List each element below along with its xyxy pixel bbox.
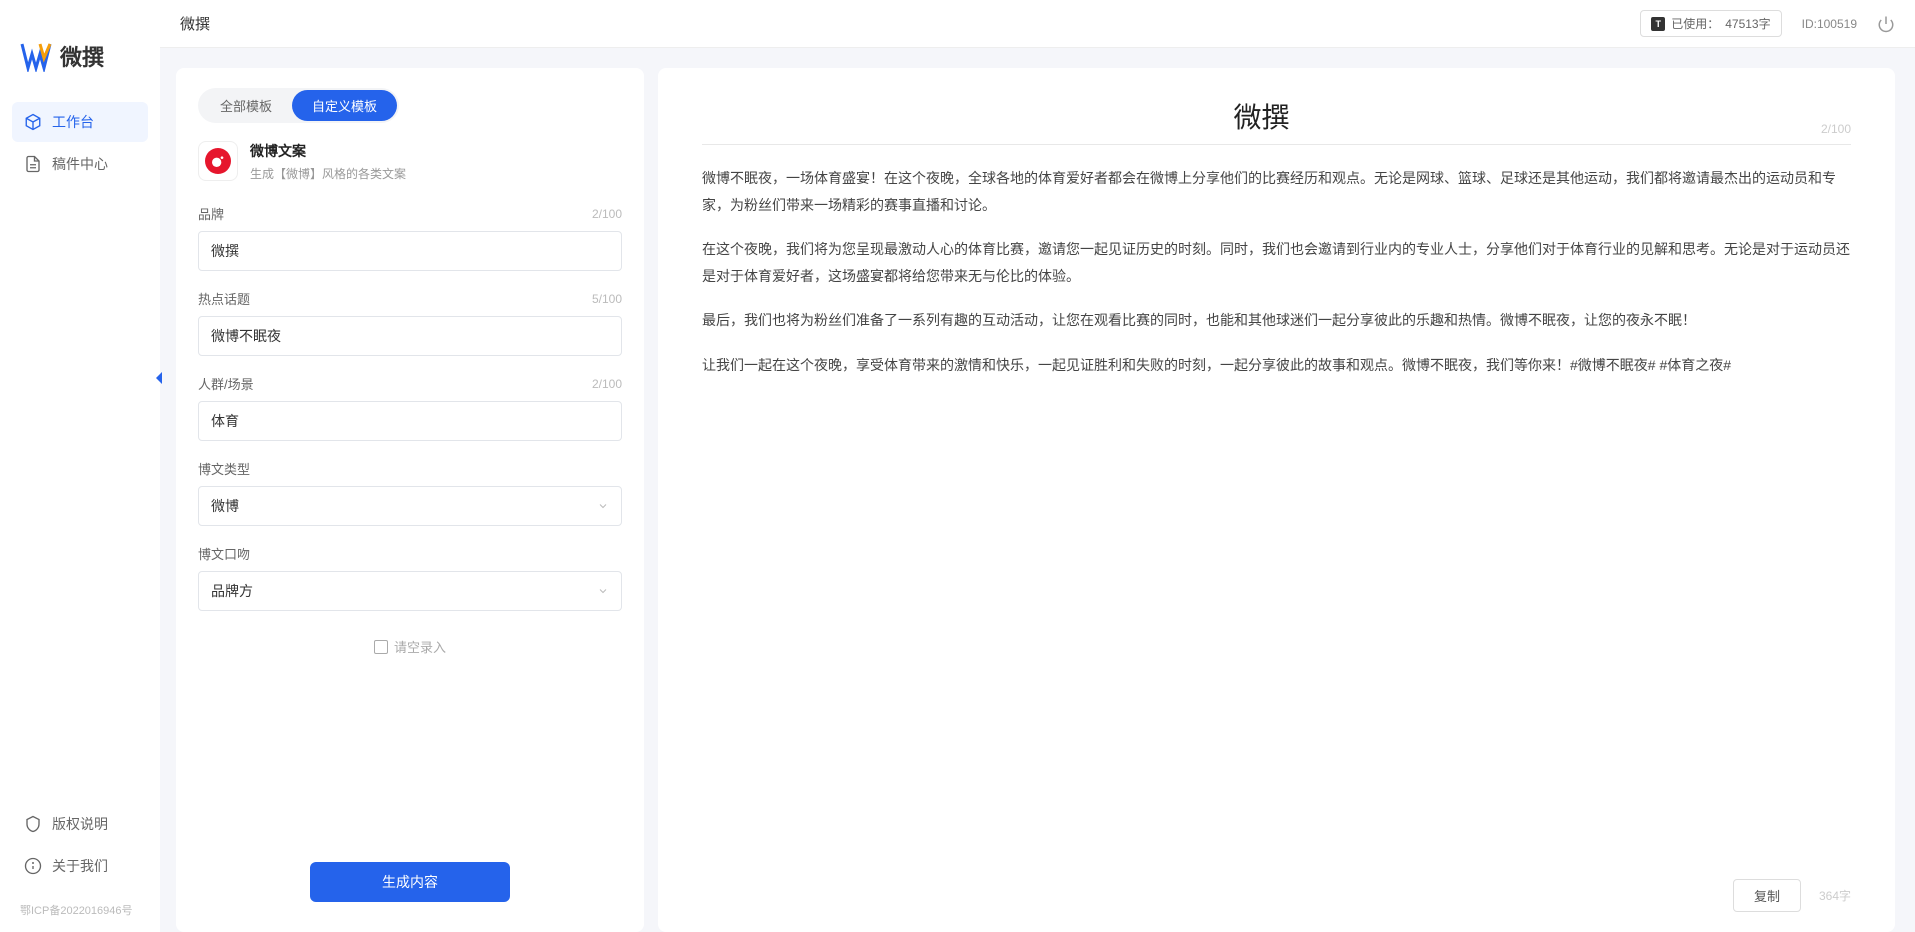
usage-value: 47513字 bbox=[1725, 15, 1770, 32]
scene-input[interactable] bbox=[198, 401, 622, 441]
weibo-icon bbox=[205, 148, 231, 174]
power-icon[interactable] bbox=[1877, 15, 1895, 33]
generate-button[interactable]: 生成内容 bbox=[310, 862, 510, 902]
sidebar-footer: 版权说明 关于我们 bbox=[0, 804, 160, 896]
page-title: 微撰 bbox=[180, 13, 210, 34]
output-paragraph: 让我们一起在这个夜晚，享受体育带来的激情和快乐，一起见证胜利和失败的时刻，一起分… bbox=[702, 352, 1851, 379]
nav-workspace-label: 工作台 bbox=[52, 112, 94, 132]
id-text: ID:100519 bbox=[1802, 17, 1857, 31]
topbar-right: T 已使用： 47513字 ID:100519 bbox=[1640, 10, 1895, 37]
output-page: 2/100 bbox=[1821, 122, 1851, 136]
cube-icon bbox=[24, 113, 42, 131]
nav-drafts[interactable]: 稿件中心 bbox=[12, 144, 148, 184]
topic-input[interactable] bbox=[198, 316, 622, 356]
field-scene: 人群/场景 2/100 bbox=[198, 374, 622, 441]
output-paragraph: 在这个夜晚，我们将为您呈现最激动人心的体育比赛，邀请您一起见证历史的时刻。同时，… bbox=[702, 236, 1851, 289]
field-scene-label: 人群/场景 bbox=[198, 374, 254, 393]
chevron-down-icon bbox=[597, 500, 609, 512]
field-scene-count: 2/100 bbox=[592, 377, 622, 391]
field-topic: 热点话题 5/100 bbox=[198, 289, 622, 356]
square-icon bbox=[374, 640, 388, 654]
field-tone: 博文口吻 品牌方 bbox=[198, 544, 622, 611]
field-type-label: 博文类型 bbox=[198, 459, 250, 478]
field-topic-label: 热点话题 bbox=[198, 289, 250, 308]
panel-right: 微撰 2/100 微博不眠夜，一场体育盛宴！在这个夜晚，全球各地的体育爱好者都会… bbox=[658, 68, 1895, 932]
collapse-handle-icon[interactable] bbox=[152, 370, 168, 386]
field-type: 博文类型 微博 bbox=[198, 459, 622, 526]
field-brand: 品牌 2/100 bbox=[198, 204, 622, 271]
nav: 工作台 稿件中心 bbox=[0, 102, 160, 804]
logo-icon bbox=[20, 40, 52, 72]
tone-select-value: 品牌方 bbox=[211, 581, 253, 601]
char-count: 364字 bbox=[1819, 887, 1851, 904]
tab-all[interactable]: 全部模板 bbox=[200, 90, 292, 121]
document-icon bbox=[24, 155, 42, 173]
logo-text: 微撰 bbox=[60, 40, 104, 72]
field-topic-count: 5/100 bbox=[592, 292, 622, 306]
output-footer: 复制 364字 bbox=[702, 867, 1851, 912]
topbar: 微撰 T 已使用： 47513字 ID:100519 bbox=[160, 0, 1915, 48]
text-icon: T bbox=[1651, 17, 1665, 31]
type-select-value: 微博 bbox=[211, 496, 239, 516]
empty-hint-text: 请空录入 bbox=[394, 637, 446, 656]
template-icon bbox=[198, 141, 238, 181]
output-title-row: 微撰 2/100 bbox=[702, 96, 1851, 145]
template-title: 微博文案 bbox=[250, 141, 406, 161]
chevron-down-icon bbox=[597, 585, 609, 597]
field-brand-label: 品牌 bbox=[198, 204, 224, 223]
usage-badge[interactable]: T 已使用： 47513字 bbox=[1640, 10, 1781, 37]
field-brand-count: 2/100 bbox=[592, 207, 622, 221]
output-title: 微撰 bbox=[702, 96, 1821, 136]
sidebar: 微撰 工作台 稿件中心 bbox=[0, 0, 160, 932]
output-paragraph: 最后，我们也将为粉丝们准备了一系列有趣的互动活动，让您在观看比赛的同时，也能和其… bbox=[702, 307, 1851, 334]
info-icon bbox=[24, 857, 42, 875]
shield-icon bbox=[24, 815, 42, 833]
footer-about-label: 关于我们 bbox=[52, 856, 108, 876]
main: 微撰 T 已使用： 47513字 ID:100519 全部模板 自定义模 bbox=[160, 0, 1915, 932]
output-body: 微博不眠夜，一场体育盛宴！在这个夜晚，全球各地的体育爱好者都会在微博上分享他们的… bbox=[702, 165, 1851, 867]
nav-workspace[interactable]: 工作台 bbox=[12, 102, 148, 142]
empty-hint: 请空录入 bbox=[198, 629, 622, 664]
type-select[interactable]: 微博 bbox=[198, 486, 622, 526]
footer-copyright-label: 版权说明 bbox=[52, 814, 108, 834]
tabs: 全部模板 自定义模板 bbox=[198, 88, 399, 123]
logo: 微撰 bbox=[0, 30, 160, 102]
footer-about[interactable]: 关于我们 bbox=[12, 846, 148, 886]
field-tone-label: 博文口吻 bbox=[198, 544, 250, 563]
tone-select[interactable]: 品牌方 bbox=[198, 571, 622, 611]
tab-custom[interactable]: 自定义模板 bbox=[292, 90, 397, 121]
content: 全部模板 自定义模板 微博文案 生成【微博】风格的各类文案 bbox=[160, 48, 1915, 932]
template-desc: 生成【微博】风格的各类文案 bbox=[250, 165, 406, 182]
panel-left: 全部模板 自定义模板 微博文案 生成【微博】风格的各类文案 bbox=[176, 68, 644, 932]
copy-button[interactable]: 复制 bbox=[1733, 879, 1801, 912]
nav-drafts-label: 稿件中心 bbox=[52, 154, 108, 174]
brand-input[interactable] bbox=[198, 231, 622, 271]
template-header: 微博文案 生成【微博】风格的各类文案 bbox=[198, 141, 622, 182]
usage-label: 已使用： bbox=[1671, 15, 1719, 32]
footer-copyright[interactable]: 版权说明 bbox=[12, 804, 148, 844]
output-paragraph: 微博不眠夜，一场体育盛宴！在这个夜晚，全球各地的体育爱好者都会在微博上分享他们的… bbox=[702, 165, 1851, 218]
icp-text: 鄂ICP备2022016946号 bbox=[0, 896, 160, 932]
form: 品牌 2/100 热点话题 5/100 人群 bbox=[198, 204, 622, 842]
